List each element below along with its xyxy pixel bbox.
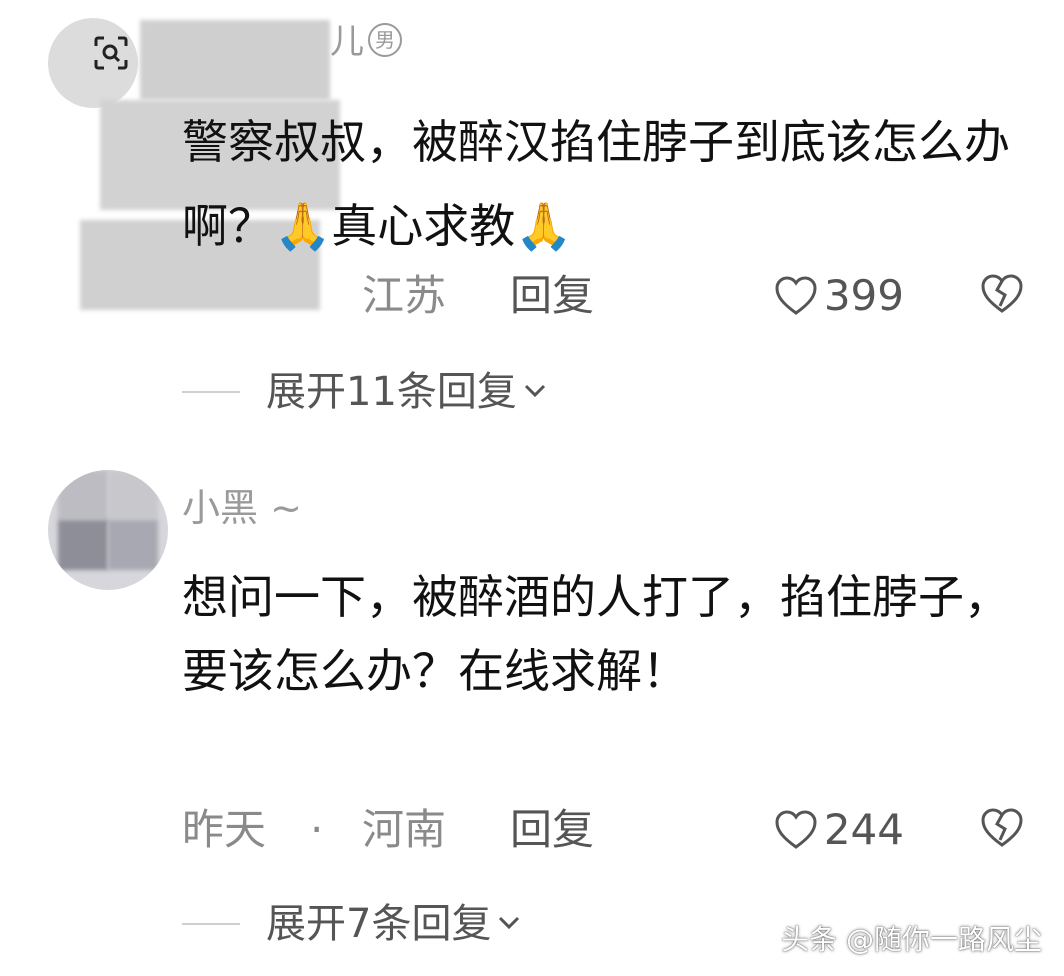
heart-icon xyxy=(775,810,817,849)
location: 河南 xyxy=(362,805,447,854)
divider xyxy=(182,391,240,393)
like-count: 399 xyxy=(823,271,904,320)
privacy-blur xyxy=(108,470,158,520)
expand-replies-label: 展开11条回复 xyxy=(266,369,517,415)
timestamp: 昨天 xyxy=(182,805,267,854)
gender-badge: 男 xyxy=(368,23,402,57)
privacy-blur xyxy=(58,520,108,570)
pray-emoji-icon: 🙏 xyxy=(515,199,573,253)
expand-replies-button[interactable]: 展开11条回复 xyxy=(182,362,547,422)
comment-meta: 江苏 回复 399 xyxy=(182,266,1032,326)
comment-suffix: 真心求教 xyxy=(331,199,516,253)
like-count: 244 xyxy=(823,805,904,854)
broken-heart-icon[interactable] xyxy=(980,808,1024,848)
comment-text: 警察叔叔，被醉汉掐住脖子到底该怎么办啊？🙏真心求教🙏 xyxy=(182,100,1022,268)
pray-emoji-icon: 🙏 xyxy=(274,199,332,253)
reply-button[interactable]: 回复 xyxy=(510,800,594,860)
username[interactable]: 儿男 xyxy=(330,18,402,66)
privacy-blur xyxy=(58,470,108,520)
location: 江苏 xyxy=(362,271,447,320)
avatar[interactable] xyxy=(48,470,168,590)
like-button[interactable]: 244 xyxy=(774,800,904,860)
privacy-blur xyxy=(108,520,158,570)
chevron-down-icon xyxy=(499,916,520,930)
comment-meta: 昨天 · 河南 回复 244 xyxy=(182,800,1032,860)
username[interactable]: 小黑 ~ xyxy=(182,480,302,536)
username-text: 儿 xyxy=(330,22,364,62)
heart-icon xyxy=(775,276,817,315)
comment-text: 想问一下，被醉酒的人打了，掐住脖子，要该怎么办？在线求解！ xyxy=(182,570,1010,698)
privacy-blur xyxy=(140,20,330,100)
like-button[interactable]: 399 xyxy=(774,266,904,326)
scan-icon[interactable] xyxy=(92,34,130,72)
watermark: 头条 @随你一路风尘 xyxy=(781,923,1042,956)
reply-button[interactable]: 回复 xyxy=(510,266,594,326)
broken-heart-icon[interactable] xyxy=(980,274,1024,314)
expand-replies-button[interactable]: 展开7条回复 xyxy=(182,894,521,954)
divider xyxy=(182,923,240,925)
expand-replies-label: 展开7条回复 xyxy=(266,901,492,947)
chevron-down-icon xyxy=(524,384,545,398)
separator-dot: · xyxy=(310,805,324,854)
